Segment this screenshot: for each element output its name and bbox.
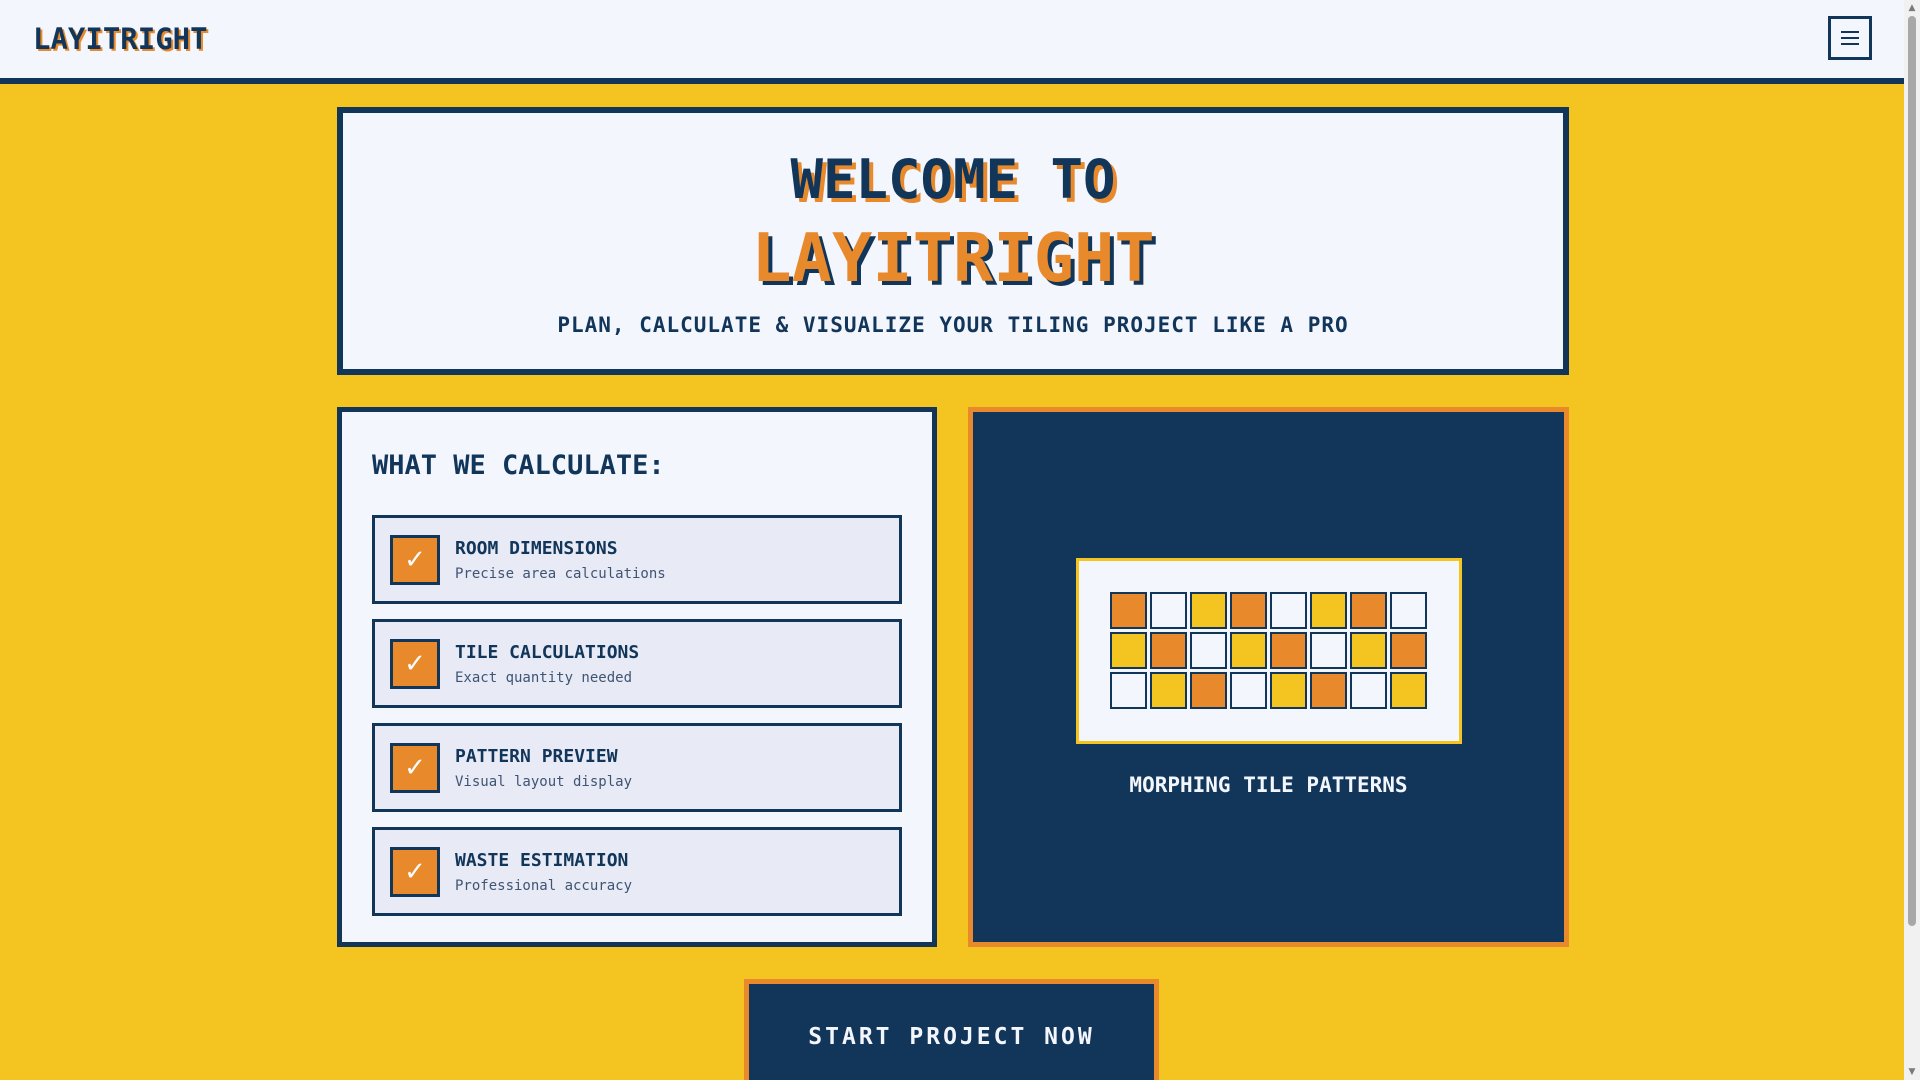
tile — [1390, 592, 1427, 629]
site-logo[interactable]: LAYITRIGHT — [33, 22, 208, 56]
tile — [1190, 672, 1227, 709]
tile — [1110, 632, 1147, 669]
checkmark-icon: ✓ — [390, 639, 440, 689]
tile — [1110, 592, 1147, 629]
tile — [1270, 592, 1307, 629]
tile — [1150, 592, 1187, 629]
tile — [1110, 672, 1147, 709]
hamburger-menu-icon — [1841, 31, 1859, 45]
tile — [1190, 632, 1227, 669]
checkmark-icon: ✓ — [390, 535, 440, 585]
start-project-button[interactable]: START PROJECT NOW — [744, 979, 1159, 1080]
menu-button[interactable] — [1828, 16, 1872, 60]
tile — [1150, 672, 1187, 709]
tile — [1190, 592, 1227, 629]
features-panel: WHAT WE CALCULATE: ✓ ROOM DIMENSIONS Pre… — [337, 407, 937, 947]
feature-item-room-dimensions: ✓ ROOM DIMENSIONS Precise area calculati… — [372, 515, 902, 604]
tile — [1350, 632, 1387, 669]
top-navbar: LAYITRIGHT — [0, 0, 1904, 84]
tile — [1310, 592, 1347, 629]
feature-description: Visual layout display — [455, 774, 633, 790]
hero-brand-heading: LAYITRIGHT — [751, 219, 1155, 297]
scrollbar-thumb[interactable] — [1908, 16, 1916, 926]
checkmark-icon: ✓ — [390, 847, 440, 897]
tile — [1230, 672, 1267, 709]
tile — [1270, 632, 1307, 669]
tile-pattern-grid — [1110, 592, 1427, 709]
pattern-preview-panel: MORPHING TILE PATTERNS — [968, 407, 1569, 947]
hero-subtitle: PLAN, CALCULATE & VISUALIZE YOUR TILING … — [557, 313, 1349, 337]
pattern-label: MORPHING TILE PATTERNS — [1129, 773, 1408, 797]
scroll-down-arrow-icon[interactable]: ▼ — [1904, 1064, 1920, 1080]
feature-title: WASTE ESTIMATION — [455, 850, 629, 871]
tile — [1350, 672, 1387, 709]
feature-title: TILE CALCULATIONS — [455, 642, 640, 663]
tile — [1390, 632, 1427, 669]
tile — [1270, 672, 1307, 709]
tile — [1310, 672, 1347, 709]
scroll-up-arrow-icon[interactable]: ▲ — [1904, 0, 1920, 16]
hero-banner: WELCOME TO LAYITRIGHT PLAN, CALCULATE & … — [337, 107, 1569, 375]
feature-item-waste-estimation: ✓ WASTE ESTIMATION Professional accuracy — [372, 827, 902, 916]
feature-description: Exact quantity needed — [455, 670, 633, 686]
feature-item-pattern-preview: ✓ PATTERN PREVIEW Visual layout display — [372, 723, 902, 812]
checkmark-icon: ✓ — [390, 743, 440, 793]
feature-title: ROOM DIMENSIONS — [455, 538, 618, 559]
page-scrollbar[interactable]: ▲ ▼ — [1904, 0, 1920, 1080]
tile — [1230, 592, 1267, 629]
tile-pattern-frame — [1076, 558, 1462, 744]
features-list: ✓ ROOM DIMENSIONS Precise area calculati… — [372, 515, 902, 931]
tile — [1150, 632, 1187, 669]
tile — [1390, 672, 1427, 709]
feature-description: Precise area calculations — [455, 566, 666, 582]
tile — [1350, 592, 1387, 629]
feature-item-tile-calculations: ✓ TILE CALCULATIONS Exact quantity neede… — [372, 619, 902, 708]
feature-description: Professional accuracy — [455, 878, 633, 894]
tile — [1230, 632, 1267, 669]
feature-title: PATTERN PREVIEW — [455, 746, 618, 767]
tile — [1310, 632, 1347, 669]
hero-welcome-heading: WELCOME TO — [790, 148, 1116, 211]
features-title: WHAT WE CALCULATE: — [372, 450, 665, 481]
